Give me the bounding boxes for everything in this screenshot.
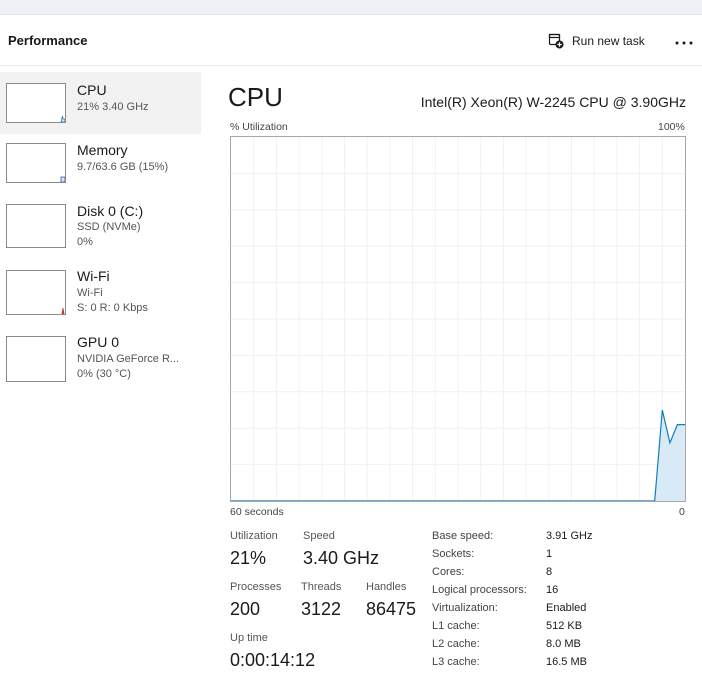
- graph-gridlines: [231, 137, 685, 501]
- memory-mini-graph-svg: [60, 176, 65, 182]
- sidebar-item-gpu[interactable]: GPU 0 NVIDIA GeForce R... 0% (30 °C): [0, 330, 201, 392]
- spec-value: 1: [546, 548, 553, 560]
- utilization-label: Utilization: [230, 530, 278, 542]
- processes-value: 200: [230, 599, 261, 619]
- handles-value: 86475: [366, 599, 417, 619]
- cpu-heading: CPU: [228, 82, 283, 112]
- cpu-model-name: Intel(R) Xeon(R) W-2245 CPU @ 3.90GHz: [420, 94, 686, 110]
- sidebar-item-detail: SSD (NVMe): [77, 221, 141, 233]
- threads-value: 3122: [301, 599, 342, 619]
- spec-value: 3.91 GHz: [546, 530, 593, 542]
- sidebar-item-disk[interactable]: Disk 0 (C:) SSD (NVMe) 0%: [0, 198, 201, 260]
- sidebar-item-cpu[interactable]: CPU 21% 3.40 GHz: [0, 72, 201, 134]
- wifi-mini-graph-svg: [61, 307, 65, 314]
- spec-value: 16.5 MB: [546, 656, 587, 668]
- spec-label: Virtualization:: [432, 602, 498, 614]
- sidebar-item-detail: 21% 3.40 GHz: [77, 101, 149, 113]
- disk-mini-graph: [6, 204, 66, 248]
- cpu-mini-graph-svg: [60, 115, 65, 122]
- utilization-axis-label: % Utilization: [230, 121, 288, 133]
- sidebar-item-detail: Wi-Fi: [77, 287, 103, 299]
- run-new-task-label: Run new task: [572, 34, 645, 48]
- sidebar-item-label: GPU 0: [77, 334, 120, 350]
- uptime-value: 0:00:14:12: [230, 650, 316, 670]
- speed-value: 3.40 GHz: [303, 548, 380, 568]
- sidebar-item-label: Wi-Fi: [77, 268, 110, 284]
- uptime-label: Up time: [230, 632, 268, 644]
- sidebar-item-detail-2: 0%: [77, 236, 93, 248]
- spec-value: Enabled: [546, 602, 587, 614]
- run-task-icon: [548, 33, 564, 49]
- spec-label: L3 cache:: [432, 656, 480, 668]
- sidebar-item-detail: NVIDIA GeForce R...: [77, 353, 180, 365]
- spec-label: Logical processors:: [432, 584, 527, 596]
- spec-value: 512 KB: [546, 620, 583, 632]
- title-bar-strip: [0, 0, 702, 15]
- spec-label: L2 cache:: [432, 638, 480, 650]
- sidebar-item-label: CPU: [77, 82, 107, 98]
- spec-label: Cores:: [432, 566, 465, 578]
- more-options-button[interactable]: [672, 30, 696, 52]
- threads-label: Threads: [301, 581, 342, 593]
- speed-label: Speed: [303, 530, 335, 542]
- cpu-mini-graph: [6, 83, 66, 123]
- handles-label: Handles: [366, 581, 407, 593]
- spec-value: 16: [546, 584, 559, 596]
- sidebar-item-detail: 9.7/63.6 GB (15%): [77, 161, 169, 173]
- spec-label: Base speed:: [432, 530, 494, 542]
- processes-label: Processes: [230, 581, 282, 593]
- ellipsis-icon: [675, 32, 693, 50]
- max-percent-label: 100%: [658, 121, 685, 133]
- sidebar-item-detail-2: 0% (30 °C): [77, 368, 131, 380]
- spec-value: 8: [546, 566, 553, 578]
- spec-label: L1 cache:: [432, 620, 480, 632]
- page-title: Performance: [8, 33, 88, 48]
- spec-value: 8.0 MB: [546, 638, 581, 650]
- spec-label: Sockets:: [432, 548, 475, 560]
- gpu-mini-graph: [6, 336, 66, 382]
- wifi-mini-graph: [6, 270, 66, 315]
- cpu-utilization-chart: [231, 137, 685, 502]
- page-header: Performance Run new task: [0, 16, 702, 66]
- sidebar-item-wifi[interactable]: Wi-Fi Wi-Fi S: 0 R: 0 Kbps: [0, 264, 201, 326]
- cpu-utilization-graph: [230, 136, 686, 502]
- sidebar-item-label: Disk 0 (C:): [77, 203, 144, 219]
- utilization-value: 21%: [230, 548, 267, 568]
- sidebar-item-detail-2: S: 0 R: 0 Kbps: [77, 302, 148, 314]
- sidebar-item-memory[interactable]: Memory 9.7/63.6 GB (15%): [0, 134, 201, 196]
- min-time-label: 0: [679, 506, 685, 518]
- sidebar-item-label: Memory: [77, 142, 128, 158]
- time-window-label: 60 seconds: [230, 506, 284, 518]
- memory-mini-graph: [6, 143, 66, 183]
- run-new-task-button[interactable]: Run new task: [548, 31, 645, 51]
